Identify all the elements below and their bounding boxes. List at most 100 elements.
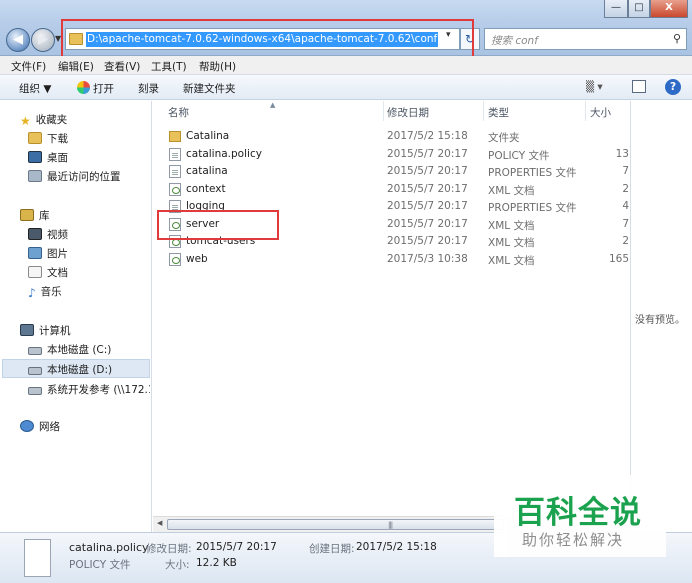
star-icon: ★: [20, 114, 31, 128]
xml-file-icon: [169, 253, 181, 266]
menu-view[interactable]: 查看(V): [104, 59, 140, 74]
scrollbar-thumb[interactable]: |||: [167, 519, 504, 530]
open-label: 打开: [93, 83, 114, 95]
file-row-server[interactable]: server 2015/5/7 20:17 XML 文档 7: [165, 216, 630, 233]
nav-drive-c-label: 本地磁盘 (C:): [47, 344, 112, 356]
nav-music[interactable]: ♪ 音乐: [28, 284, 62, 300]
xml-file-icon: [169, 183, 181, 196]
desktop-icon: [28, 151, 42, 163]
preview-pane-button[interactable]: [632, 80, 646, 93]
menu-edit[interactable]: 编辑(E): [58, 59, 94, 74]
nav-drive-d[interactable]: 本地磁盘 (D:): [28, 362, 112, 378]
menu-file[interactable]: 文件(F): [11, 59, 46, 74]
back-button[interactable]: ◀: [6, 28, 30, 52]
xml-file-icon: [169, 218, 181, 231]
view-options-button[interactable]: ▒ ▾: [586, 81, 603, 93]
nav-computer[interactable]: 计算机: [20, 323, 71, 339]
file-row[interactable]: logging 2015/5/7 20:17 PROPERTIES 文件 4: [165, 198, 630, 215]
column-separator[interactable]: [483, 101, 484, 121]
open-button[interactable]: 打开: [77, 81, 114, 96]
nav-downloads[interactable]: 下载: [28, 131, 68, 147]
minimize-button[interactable]: —: [604, 0, 628, 18]
column-header-size[interactable]: 大小: [590, 105, 611, 120]
column-separator[interactable]: [383, 101, 384, 121]
computer-icon: [20, 324, 34, 336]
file-date: 2015/5/7 20:17: [387, 218, 468, 230]
nav-pictures-label: 图片: [47, 248, 68, 260]
file-row[interactable]: catalina 2015/5/7 20:17 PROPERTIES 文件 7: [165, 163, 630, 180]
refresh-button[interactable]: ↻: [460, 28, 480, 50]
network-icon: [20, 420, 34, 432]
music-library-icon: ♪: [28, 286, 36, 300]
file-type: PROPERTIES 文件: [488, 167, 577, 179]
menu-help[interactable]: 帮助(H): [199, 59, 236, 74]
documents-library-icon: [28, 266, 42, 278]
command-bar: 组织 ▼ 打开 刻录 新建文件夹 ▒ ▾ ?: [0, 75, 692, 100]
close-button[interactable]: X: [650, 0, 688, 18]
details-modified-value: 2015/5/7 20:17: [196, 541, 277, 553]
file-list: ▲ 名称 修改日期 类型 大小 Catalina 2017/5/2 15:18 …: [153, 101, 630, 516]
maximize-button[interactable]: □: [628, 0, 650, 18]
nav-network-label: 网络: [39, 421, 60, 433]
details-size-label: 大小:: [165, 559, 190, 571]
column-separator[interactable]: [585, 101, 586, 121]
file-size: 13: [615, 148, 629, 160]
pictures-library-icon: [28, 247, 42, 259]
file-size: 2: [622, 183, 629, 195]
details-modified-label: 修改日期:: [146, 543, 192, 555]
nav-drive-c[interactable]: 本地磁盘 (C:): [28, 342, 111, 358]
nav-music-label: 音乐: [40, 286, 62, 298]
menu-bar: 文件(F) 编辑(E) 查看(V) 工具(T) 帮助(H): [0, 56, 692, 75]
drive-d-icon: [28, 367, 42, 375]
nav-pictures[interactable]: 图片: [28, 246, 68, 262]
nav-network-share[interactable]: 系统开发参考 (\\172.1: [28, 382, 150, 398]
forward-button[interactable]: ▶: [31, 28, 55, 52]
file-row[interactable]: context 2015/5/7 20:17 XML 文档 2: [165, 181, 630, 198]
file-size: 7: [622, 165, 629, 177]
address-dropdown[interactable]: ▾: [446, 30, 451, 40]
details-size-value: 12.2 KB: [196, 557, 237, 569]
nav-documents-label: 文档: [47, 267, 68, 279]
file-type: XML 文档: [488, 220, 535, 232]
details-filename: catalina.policy: [69, 541, 149, 554]
nav-libraries[interactable]: 库: [20, 208, 50, 224]
nav-recent-places[interactable]: 最近访问的位置: [28, 169, 121, 185]
nav-libraries-label: 库: [39, 210, 50, 222]
nav-videos-label: 视频: [47, 229, 68, 241]
address-bar[interactable]: D:\apache-tomcat-7.0.62-windows-x64\apac…: [65, 28, 460, 50]
search-icon[interactable]: ⚲: [673, 32, 681, 45]
search-box[interactable]: 搜索 conf ⚲: [484, 28, 687, 50]
video-library-icon: [28, 228, 42, 240]
file-row[interactable]: web 2017/5/3 10:38 XML 文档 165: [165, 251, 630, 268]
nav-network[interactable]: 网络: [20, 419, 60, 435]
scroll-grip-icon: |||: [388, 521, 393, 529]
file-row-selected[interactable]: catalina.policy 2015/5/7 20:17 POLICY 文件…: [165, 146, 630, 163]
nav-computer-label: 计算机: [39, 325, 71, 337]
navigation-pane: ★ 收藏夹 下载 桌面 最近访问的位置 库 视频 图片 文档 ♪ 音乐 计算机 本地…: [0, 101, 152, 532]
column-header-name[interactable]: 名称: [168, 105, 189, 120]
address-path[interactable]: D:\apache-tomcat-7.0.62-windows-x64\apac…: [86, 32, 439, 47]
nav-favorites[interactable]: ★ 收藏夹: [20, 112, 67, 128]
file-size: 2: [622, 235, 629, 247]
nav-documents[interactable]: 文档: [28, 265, 68, 281]
file-type: POLICY 文件: [488, 150, 550, 162]
menu-tools[interactable]: 工具(T): [151, 59, 187, 74]
file-row[interactable]: tomcat-users 2015/5/7 20:17 XML 文档 2: [165, 233, 630, 250]
burn-button[interactable]: 刻录: [138, 81, 159, 96]
file-type: XML 文档: [488, 185, 535, 197]
column-header-type[interactable]: 类型: [488, 105, 509, 120]
file-row[interactable]: Catalina 2017/5/2 15:18 文件夹: [165, 128, 630, 145]
nav-desktop[interactable]: 桌面: [28, 150, 68, 166]
folder-icon: [69, 33, 83, 45]
nav-videos[interactable]: 视频: [28, 227, 68, 243]
watermark: 百科全说 助你轻松解决: [494, 475, 666, 557]
recent-pages-dropdown[interactable]: ▼: [55, 34, 61, 43]
help-button[interactable]: ?: [665, 79, 681, 95]
scroll-left-icon[interactable]: ◀: [157, 519, 162, 527]
organize-button[interactable]: 组织 ▼: [19, 81, 51, 96]
file-name: web: [186, 253, 208, 265]
new-folder-button[interactable]: 新建文件夹: [183, 81, 236, 96]
nav-desktop-label: 桌面: [47, 152, 68, 164]
properties-file-icon: [169, 200, 181, 213]
column-header-date[interactable]: 修改日期: [387, 105, 429, 120]
